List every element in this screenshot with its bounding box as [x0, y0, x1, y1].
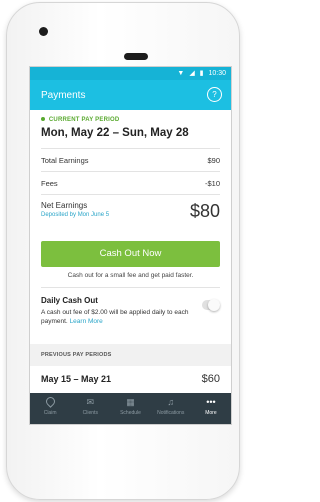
- calendar-icon: ▦: [126, 397, 135, 407]
- status-bar: ▼ ◢ ▮ 10:30: [30, 67, 231, 80]
- tab-schedule[interactable]: ▦ Schedule: [110, 393, 150, 424]
- front-camera: [39, 27, 48, 36]
- toggle-knob: [208, 299, 220, 311]
- previous-period-amount: $60: [201, 373, 220, 385]
- tab-more[interactable]: ••• More: [191, 393, 231, 424]
- net-earnings: Net Earnings Deposited by Mon June 5 $80: [30, 195, 231, 241]
- page-title: Payments: [41, 90, 86, 101]
- total-earnings-row: Total Earnings $90: [30, 149, 231, 171]
- map-pin-icon: [30, 395, 70, 408]
- help-icon[interactable]: ?: [207, 87, 222, 102]
- tab-bar: Claim ✉ Clients ▦ Schedule ♫ Notificatio…: [30, 393, 231, 424]
- current-period-label: CURRENT PAY PERIOD: [48, 117, 120, 123]
- app-bar: Payments ?: [30, 80, 231, 110]
- status-time: 10:30: [208, 70, 226, 77]
- current-period: CURRENT PAY PERIOD Mon, May 22 – Sun, Ma…: [30, 110, 231, 139]
- previous-periods-header: PREVIOUS PAY PERIODS: [30, 344, 231, 366]
- earpiece-speaker: [124, 53, 148, 60]
- learn-more-link[interactable]: Learn More: [70, 318, 103, 325]
- signal-icon: ◢: [189, 70, 195, 77]
- cash-out-button[interactable]: Cash Out Now: [41, 241, 220, 267]
- daily-cash-out-toggle[interactable]: [202, 299, 220, 311]
- mail-icon: ✉: [86, 397, 95, 407]
- app-screen: ▼ ◢ ▮ 10:30 Payments ? CURRENT PAY PERIO…: [29, 66, 232, 425]
- daily-cash-out: Daily Cash Out A cash out fee of $2.00 w…: [30, 288, 231, 340]
- total-earnings-label: Total Earnings: [41, 155, 89, 165]
- phone-frame: ▼ ◢ ▮ 10:30 Payments ? CURRENT PAY PERIO…: [6, 2, 240, 500]
- tab-claim[interactable]: Claim: [30, 393, 70, 424]
- tab-clients[interactable]: ✉ Clients: [70, 393, 110, 424]
- current-period-range: Mon, May 22 – Sun, May 28: [41, 127, 189, 139]
- wifi-icon: ▼: [177, 70, 185, 77]
- total-earnings-value: $90: [207, 155, 220, 165]
- bell-icon: ♫: [167, 397, 175, 407]
- previous-period-range: May 15 – May 21: [41, 374, 112, 384]
- fees-row: Fees -$10: [30, 172, 231, 194]
- current-dot-icon: [41, 117, 45, 122]
- daily-cash-out-title: Daily Cash Out: [41, 296, 98, 305]
- list-item[interactable]: May 15 – May 21 $60: [30, 366, 231, 392]
- tab-notifications[interactable]: ♫ Notifications: [151, 393, 191, 424]
- fees-value: -$10: [204, 178, 220, 188]
- net-earnings-value: $80: [189, 201, 220, 221]
- cash-out-note: Cash out for a small fee and get paid fa…: [67, 272, 194, 279]
- battery-icon: ▮: [199, 70, 204, 77]
- daily-cash-out-description: A cash out fee of $2.00 will be applied …: [41, 309, 189, 325]
- more-icon: •••: [206, 397, 216, 407]
- fees-label: Fees: [41, 178, 58, 188]
